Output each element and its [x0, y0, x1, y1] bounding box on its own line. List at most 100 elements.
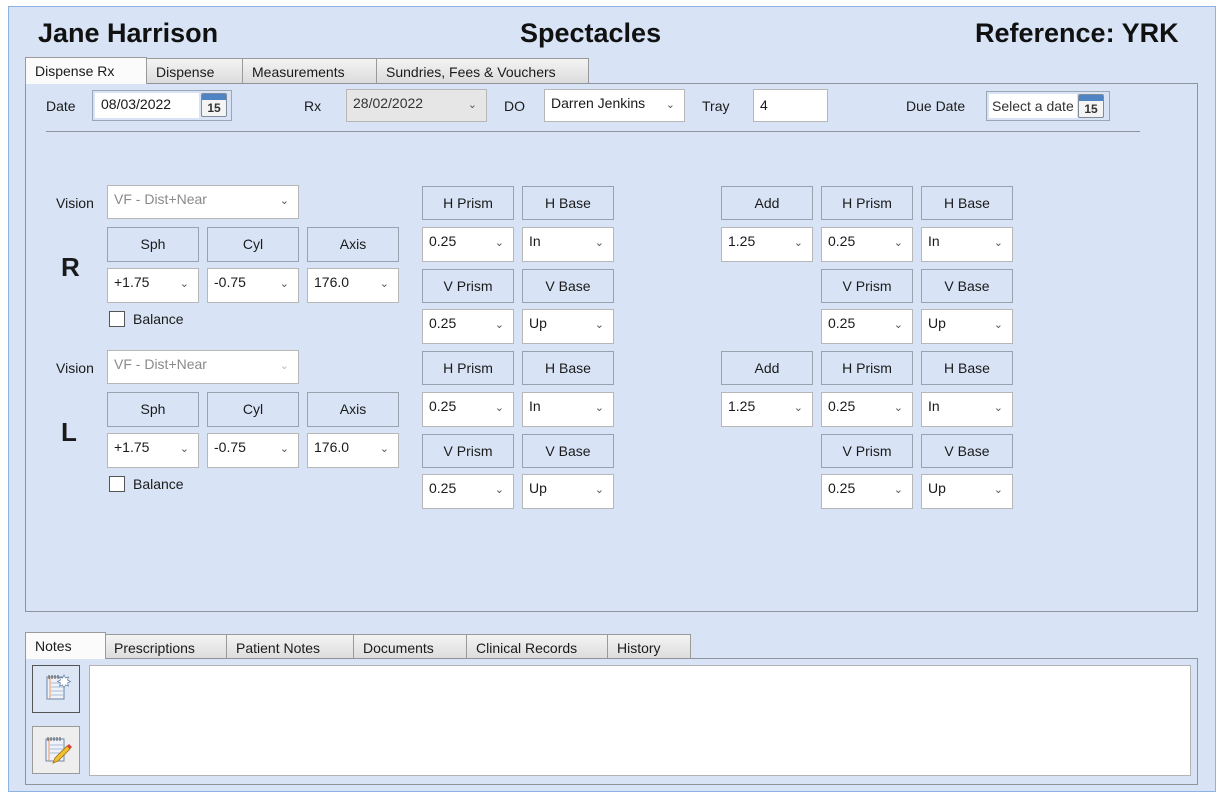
r-near-v-prism-select[interactable]: 0.25 ⌄: [821, 309, 913, 344]
l-dist-h-base-select[interactable]: In ⌄: [522, 392, 614, 427]
calendar-icon[interactable]: 15: [201, 93, 227, 117]
l-axis-header[interactable]: Axis: [307, 392, 399, 427]
l-dist-v-prism-header[interactable]: V Prism: [422, 434, 514, 468]
value: 0.25: [429, 398, 457, 414]
tab-patient-notes[interactable]: Patient Notes: [226, 634, 354, 659]
notes-textarea[interactable]: [89, 665, 1191, 776]
tab-history[interactable]: History: [607, 634, 691, 659]
r-axis-select[interactable]: 176.0 ⌄: [307, 268, 399, 303]
l-cyl-select[interactable]: -0.75 ⌄: [207, 433, 299, 468]
edit-note-button[interactable]: [32, 726, 80, 774]
r-sph-header[interactable]: Sph: [107, 227, 199, 262]
r-sph-select[interactable]: +1.75 ⌄: [107, 268, 199, 303]
l-near-v-prism-header[interactable]: V Prism: [821, 434, 913, 468]
r-dist-v-base-header[interactable]: V Base: [522, 269, 614, 303]
chevron-down-icon: ⌄: [379, 278, 389, 290]
tab-clinical-records[interactable]: Clinical Records: [466, 634, 608, 659]
r-cyl-value: -0.75: [214, 274, 246, 290]
l-sph-select[interactable]: +1.75 ⌄: [107, 433, 199, 468]
l-dist-h-prism-select[interactable]: 0.25 ⌄: [422, 392, 514, 427]
l-dist-v-base-header[interactable]: V Base: [522, 434, 614, 468]
l-near-h-base-header[interactable]: H Base: [921, 351, 1013, 385]
chevron-down-icon: ⌄: [279, 360, 289, 372]
tab-documents[interactable]: Documents: [353, 634, 467, 659]
r-near-h-prism-select[interactable]: 0.25 ⌄: [821, 227, 913, 262]
tray-input[interactable]: 4: [753, 89, 828, 122]
r-add-header[interactable]: Add: [721, 186, 813, 220]
tab-measurements[interactable]: Measurements: [242, 58, 377, 83]
l-sph-header[interactable]: Sph: [107, 392, 199, 427]
do-label: DO: [504, 98, 525, 114]
r-near-v-base-header[interactable]: V Base: [921, 269, 1013, 303]
r-near-v-base-select[interactable]: Up ⌄: [921, 309, 1013, 344]
l-dist-v-base-select[interactable]: Up ⌄: [522, 474, 614, 509]
do-select[interactable]: Darren Jenkins ⌄: [544, 89, 685, 122]
due-date-input[interactable]: Select a date: [989, 94, 1077, 118]
due-date-picker[interactable]: Select a date 15: [986, 91, 1110, 121]
l-vision-label: Vision: [56, 360, 94, 376]
value: 0.25: [828, 315, 856, 331]
r-dist-h-base-select[interactable]: In ⌄: [522, 227, 614, 262]
value: 1.25: [728, 398, 756, 414]
right-eye-label: R: [61, 252, 80, 282]
chevron-down-icon: ⌄: [279, 195, 289, 207]
chevron-down-icon: ⌄: [179, 443, 189, 455]
l-cyl-header[interactable]: Cyl: [207, 392, 299, 427]
tab-prescriptions[interactable]: Prescriptions: [104, 634, 227, 659]
r-cyl-header[interactable]: Cyl: [207, 227, 299, 262]
r-dist-v-base-select[interactable]: Up ⌄: [522, 309, 614, 344]
r-sph-value: +1.75: [114, 274, 150, 290]
new-note-button[interactable]: [32, 665, 80, 713]
date-input[interactable]: 08/03/2022: [95, 93, 199, 118]
l-dist-h-base-header[interactable]: H Base: [522, 351, 614, 385]
r-vision-value: VF - Dist+Near: [114, 191, 207, 207]
tab-sundries-fees-vouchers[interactable]: Sundries, Fees & Vouchers: [376, 58, 589, 83]
r-near-h-base-header[interactable]: H Base: [921, 186, 1013, 220]
calendar-icon[interactable]: 15: [1078, 94, 1104, 118]
r-dist-v-prism-header[interactable]: V Prism: [422, 269, 514, 303]
r-near-v-prism-header[interactable]: V Prism: [821, 269, 913, 303]
l-axis-select[interactable]: 176.0 ⌄: [307, 433, 399, 468]
r-dist-h-base-header[interactable]: H Base: [522, 186, 614, 220]
tab-dispense[interactable]: Dispense: [146, 58, 243, 83]
l-dist-h-prism-header[interactable]: H Prism: [422, 351, 514, 385]
rx-label: Rx: [304, 98, 322, 114]
l-dist-v-prism-select[interactable]: 0.25 ⌄: [422, 474, 514, 509]
l-near-v-base-select[interactable]: Up ⌄: [921, 474, 1013, 509]
r-dist-h-prism-select[interactable]: 0.25 ⌄: [422, 227, 514, 262]
l-near-h-prism-select[interactable]: 0.25 ⌄: [821, 392, 913, 427]
r-balance-checkbox[interactable]: [109, 311, 125, 327]
l-vision-select[interactable]: VF - Dist+Near ⌄: [107, 350, 299, 384]
rx-select[interactable]: 28/02/2022 ⌄: [346, 89, 487, 122]
tab-dispense-rx[interactable]: Dispense Rx: [25, 57, 147, 84]
chevron-down-icon: ⌄: [594, 319, 604, 331]
patient-name: Jane Harrison: [38, 18, 219, 48]
chevron-down-icon: ⌄: [494, 484, 504, 496]
r-axis-header[interactable]: Axis: [307, 227, 399, 262]
r-dist-v-prism-select[interactable]: 0.25 ⌄: [422, 309, 514, 344]
r-cyl-select[interactable]: -0.75 ⌄: [207, 268, 299, 303]
chevron-down-icon: ⌄: [279, 443, 289, 455]
tab-notes[interactable]: Notes: [25, 632, 106, 659]
l-add-header[interactable]: Add: [721, 351, 813, 385]
chevron-down-icon: ⌄: [494, 402, 504, 414]
chevron-down-icon: ⌄: [993, 237, 1003, 249]
value: 0.25: [429, 315, 457, 331]
value: Up: [529, 480, 547, 496]
chevron-down-icon: ⌄: [893, 484, 903, 496]
l-balance-checkbox[interactable]: [109, 476, 125, 492]
l-add-select[interactable]: 1.25 ⌄: [721, 392, 813, 427]
value: Up: [529, 315, 547, 331]
dispense-rx-panel: [25, 83, 1198, 612]
r-vision-select[interactable]: VF - Dist+Near ⌄: [107, 185, 299, 219]
value: 1.25: [728, 233, 756, 249]
r-near-h-prism-header[interactable]: H Prism: [821, 186, 913, 220]
l-near-h-prism-header[interactable]: H Prism: [821, 351, 913, 385]
l-near-v-prism-select[interactable]: 0.25 ⌄: [821, 474, 913, 509]
l-near-h-base-select[interactable]: In ⌄: [921, 392, 1013, 427]
date-picker[interactable]: 08/03/2022 15: [92, 90, 232, 121]
l-near-v-base-header[interactable]: V Base: [921, 434, 1013, 468]
r-near-h-base-select[interactable]: In ⌄: [921, 227, 1013, 262]
r-add-select[interactable]: 1.25 ⌄: [721, 227, 813, 262]
r-dist-h-prism-header[interactable]: H Prism: [422, 186, 514, 220]
